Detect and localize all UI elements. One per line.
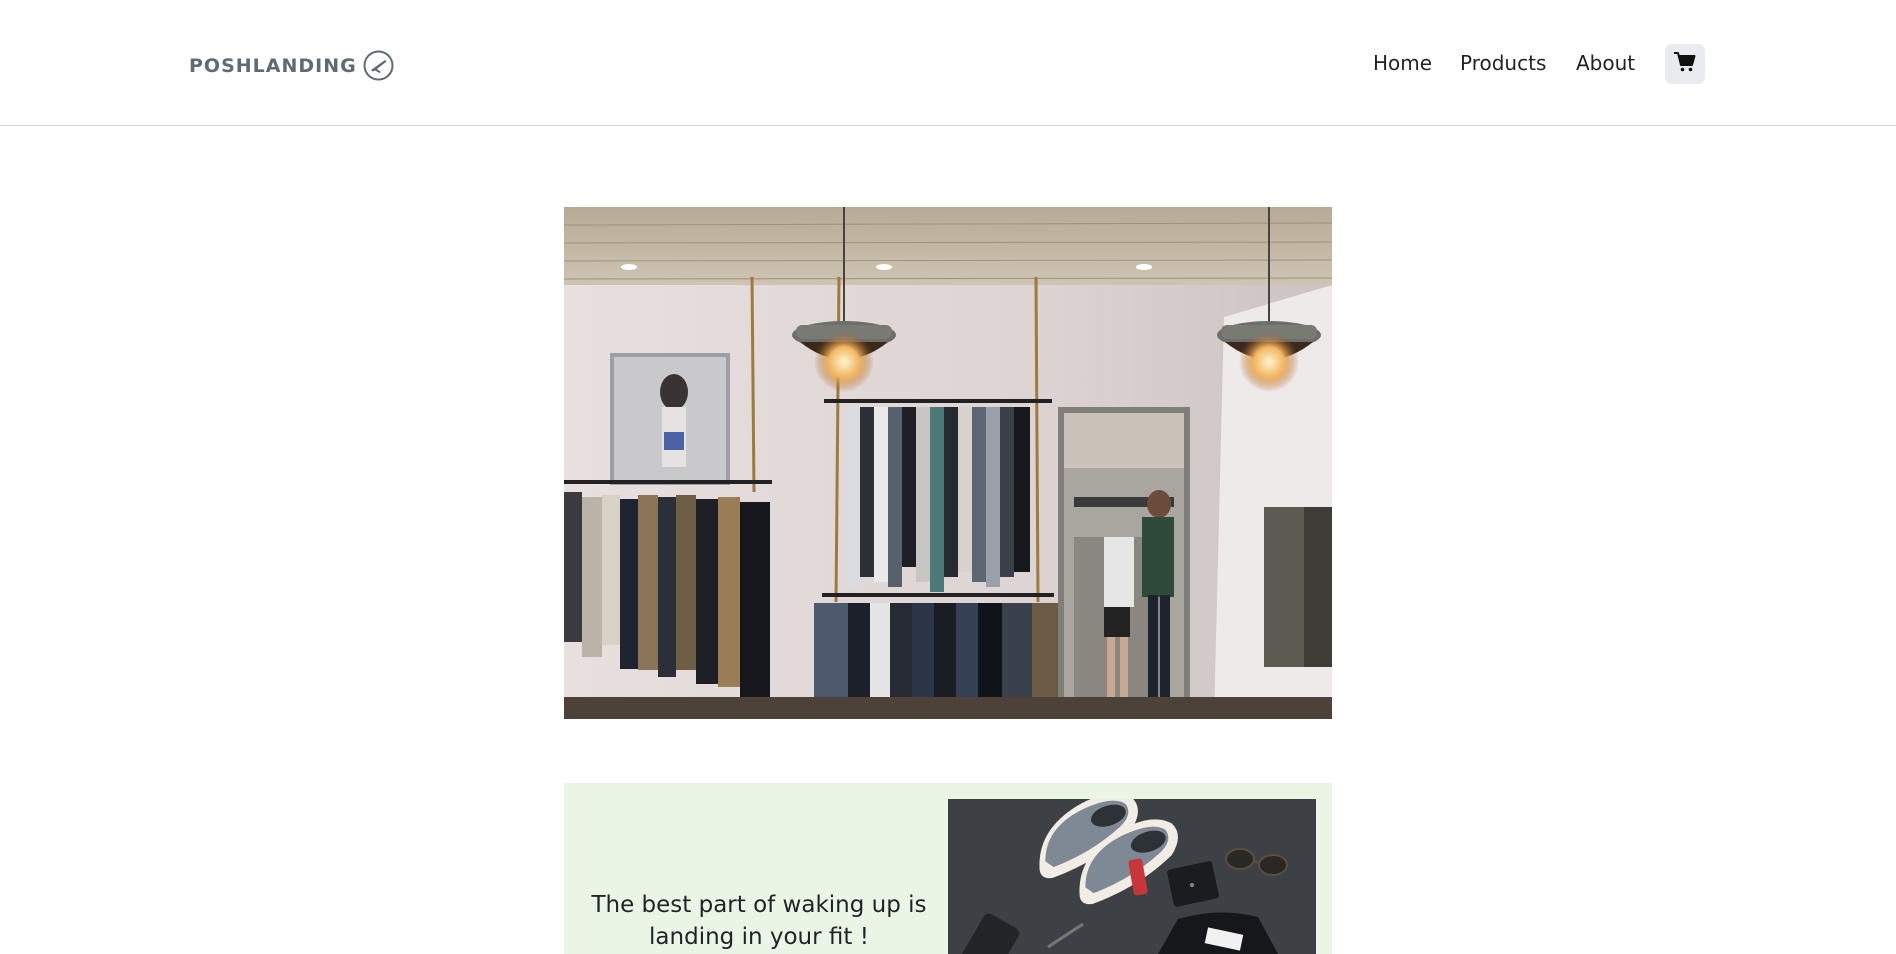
brand-name: POSHLANDING	[189, 54, 357, 77]
hero-image	[564, 207, 1332, 719]
site-header: POSHLANDING Home Products About	[0, 0, 1896, 126]
promo-image	[948, 799, 1316, 954]
nav-about-link[interactable]: About	[1576, 51, 1635, 75]
nav-products-link[interactable]: Products	[1460, 51, 1546, 75]
shopping-cart-icon	[1673, 51, 1697, 77]
promo-tagline: The best part of waking up is landing in…	[591, 892, 927, 950]
nav-home-link[interactable]: Home	[1373, 51, 1432, 75]
promo-card: The best part of waking up is landing in…	[564, 783, 1332, 954]
brand-logo-link[interactable]: POSHLANDING	[189, 50, 394, 81]
plane-circle-icon	[363, 50, 394, 81]
cart-button[interactable]	[1665, 44, 1705, 84]
landing-page: POSHLANDING Home Products About The best…	[0, 0, 1896, 954]
